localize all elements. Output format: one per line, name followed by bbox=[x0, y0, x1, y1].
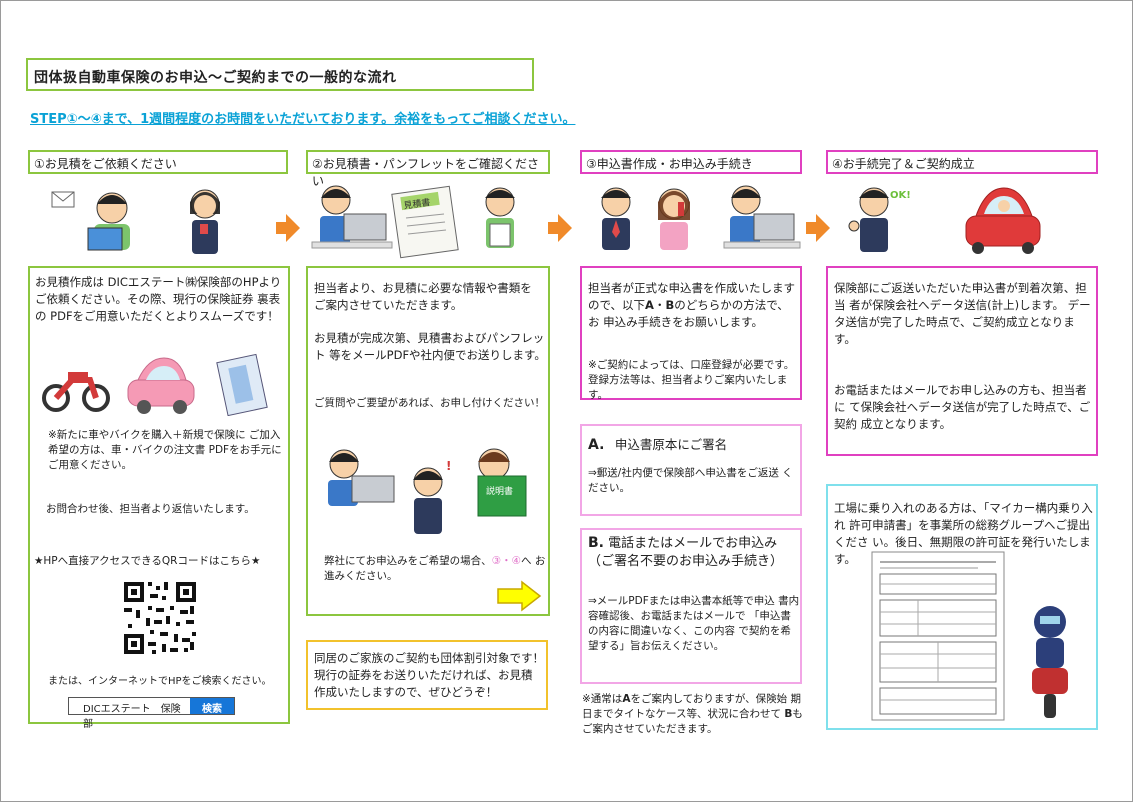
usage-note-a: ※通常は bbox=[582, 693, 623, 705]
step3-header: ③申込書作成・お申込み手続き bbox=[580, 150, 802, 174]
step2-guide-text: 担当者より、お見積に必要な情報や書類を ご案内させていただきます。 bbox=[314, 281, 532, 312]
option-usage-note: ※通常はAをご案内しておりますが、保険始 期日までタイトなケース等、状況に合わせ… bbox=[582, 692, 810, 737]
qr-label: ★HPへ直接アクセスできるQRコードはこちら★ bbox=[34, 555, 261, 567]
step1-header: ①お見積をご依頼ください bbox=[28, 150, 288, 174]
svg-text:!: ! bbox=[446, 459, 451, 473]
ok-businessman-icon: OK! bbox=[848, 187, 911, 252]
step2-illustrations: ! 説明書 bbox=[328, 448, 527, 534]
step1-panel: お見積作成は DICエステート㈱保険部のHPより ご依頼ください。その際、現行の… bbox=[28, 266, 290, 724]
vehicle-illustrations bbox=[42, 353, 268, 416]
option-b-ref: B bbox=[665, 298, 675, 312]
option-a-title: 申込書原本にご署名 bbox=[614, 437, 728, 452]
search-hint: または、インターネットでHPをご検索ください。 bbox=[48, 676, 272, 687]
surprised-woman-icon: ! bbox=[413, 459, 451, 534]
booklet-label: 説明書 bbox=[486, 485, 513, 497]
option-a-letter: A. bbox=[588, 437, 605, 453]
step3-method-text: 担当者が正式な申込書を作成いたします ので、以下A・Bのどちらかの方法で、お 申… bbox=[588, 280, 800, 331]
step2-panel: 担当者より、お見積に必要な情報や書類を ご案内させていただきます。 お見積が完成… bbox=[306, 266, 550, 616]
step4-header: ④お手続完了＆ご契約成立 bbox=[826, 150, 1098, 174]
flow-arrow-icon bbox=[276, 214, 300, 242]
step3-panel: 担当者が正式な申込書を作成いたします ので、以下A・Bのどちらかの方法で、お 申… bbox=[580, 266, 802, 401]
permit-form-illustration bbox=[871, 551, 1068, 721]
yellow-arrow-icon bbox=[497, 580, 542, 612]
option-separator: ・ bbox=[653, 298, 666, 312]
staff-laptop-icon bbox=[328, 449, 395, 506]
option-a-panel: A. 申込書原本にご署名 ⇒郵送/社内便で保険部へ申込書をご返送 ください。 bbox=[580, 424, 802, 516]
operator-woman-icon bbox=[190, 189, 220, 254]
red-car-icon bbox=[965, 187, 1041, 254]
staff-laptop-icon bbox=[723, 185, 801, 249]
search-button[interactable]: 検索 bbox=[190, 698, 234, 715]
flow-arrow-icon bbox=[548, 214, 572, 242]
step4-phone-mail-text: お電話またはメールでお申し込みの方も、担当者に て保険会社へデータ送信が完了した… bbox=[834, 383, 1091, 431]
step4-panel: 保険部にご返送いただいた申込書が到着次第、担当 者が保険会社へデータ送信(計上)… bbox=[826, 266, 1098, 456]
pink-car-icon bbox=[127, 357, 195, 414]
businessman-icon bbox=[601, 187, 631, 250]
page-title: 団体扱自動車保険のお申込～ご契約までの一般的な流れ bbox=[26, 58, 534, 91]
ok-label: OK! bbox=[890, 190, 911, 201]
account-registration-note: ※ご契約によっては、口座登録が必要です。 登録方法等は、担当者よりご案内いたしま… bbox=[588, 359, 795, 401]
factory-entry-panel: 工場に乗り入れのある方は、「マイカー構内乗り入れ 許可申請書」を事業所の総務グル… bbox=[826, 484, 1098, 730]
option-a-heading: A. 申込書原本にご署名 bbox=[588, 434, 727, 453]
option-b-panel: B. 電話またはメールでお申込み （ご署名不要のお申込み手続き） ⇒メールPDF… bbox=[580, 528, 802, 684]
proceed-text-a: 弊社にてお申込みをご希望の場合、 bbox=[324, 555, 492, 567]
step4-completion-text: 保険部にご返送いただいた申込書が到着次第、担当 者が保険会社へデータ送信(計上)… bbox=[834, 281, 1091, 346]
qr-code-icon[interactable] bbox=[122, 580, 198, 656]
permit-form-icon bbox=[871, 551, 1005, 721]
search-query[interactable]: DICエステート 保険部 bbox=[69, 698, 190, 730]
step2-send-text: お見積が完成次第、見積書およびパンフレット 等をメールPDFや社内便でお送りしま… bbox=[314, 331, 546, 362]
family-discount-panel: 同居のご家族のご契約も団体割引対象です！ 現行の証券をお送りいただければ、お見積… bbox=[306, 640, 548, 710]
insurance-document-icon bbox=[216, 353, 268, 416]
reading-booklet-icon: 説明書 bbox=[477, 448, 527, 517]
customer-reading-icon bbox=[485, 187, 515, 248]
person-laptop-icon bbox=[51, 191, 130, 251]
motorcycle-rider-icon bbox=[1032, 606, 1068, 718]
family-discount-text: 同居のご家族のご契約も団体割引対象です！ 現行の証券をお送りいただければ、お見積… bbox=[314, 651, 544, 699]
option-a-body: ⇒郵送/社内便で保険部へ申込書をご返送 ください。 bbox=[588, 467, 793, 494]
option-b-title: 電話またはメールでお申込み （ご署名不要のお申込み手続き） bbox=[588, 536, 784, 569]
step-duration-note[interactable]: STEP①～④まで、1週間程度のお時間をいただいております。余裕をもってご相談く… bbox=[30, 108, 575, 127]
motorcycle-icon bbox=[42, 372, 110, 412]
option-b-body: ⇒メールPDFまたは申込書本紙等で申込 書内容確認後、お電話またはメールで 「申… bbox=[588, 595, 800, 652]
option-b-heading: B. 電話またはメールでお申込み （ご署名不要のお申込み手続き） bbox=[588, 534, 800, 571]
reply-note: お問合わせ後、担当者より返信いたします。 bbox=[46, 503, 255, 515]
option-a-ref: A bbox=[645, 298, 654, 312]
woman-phone-icon bbox=[658, 188, 690, 250]
option-b-letter: B. bbox=[588, 535, 604, 551]
step1-intro-text: お見積作成は DICエステート㈱保険部のHPより ご依頼ください。その際、現行の… bbox=[35, 275, 282, 323]
estimate-document-icon: 見積書 bbox=[391, 185, 459, 259]
flow-arrow-icon bbox=[806, 214, 830, 242]
illustration-row: 見積書 OK! bbox=[51, 185, 1041, 259]
step2-questions-text: ご質問やご要望があれば、お申し付けください！ bbox=[314, 397, 545, 409]
step2-header: ②お見積書・パンフレットをご確認ください bbox=[306, 150, 550, 188]
proceed-step-refs: ③・④ bbox=[491, 555, 522, 567]
new-vehicle-note: ※新たに車やバイクを購入＋新規で保険に ご加入希望の方は、車・バイクの注文書 P… bbox=[48, 429, 282, 471]
hp-search-bar[interactable]: DICエステート 保険部 検索 bbox=[68, 697, 235, 730]
staff-laptop-icon bbox=[311, 185, 393, 249]
